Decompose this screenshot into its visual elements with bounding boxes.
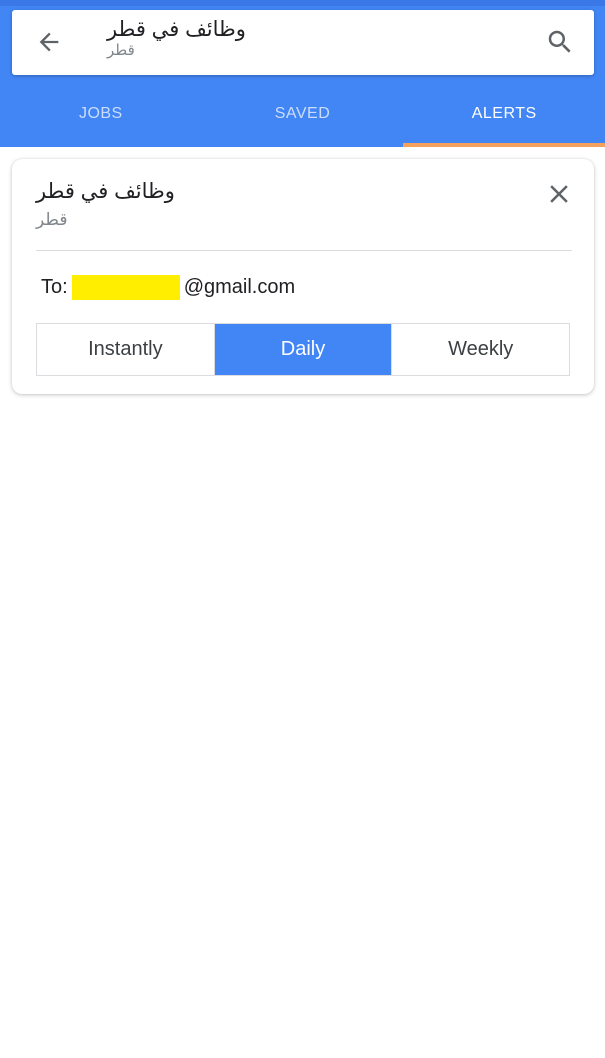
recipient-row: To: @gmail.com: [41, 273, 295, 301]
delete-alert-button[interactable]: [542, 177, 576, 211]
redacted-email-user: [71, 274, 180, 300]
alert-title: وظائف في قطر: [36, 180, 175, 203]
tab-alerts[interactable]: ALERTS: [403, 85, 605, 147]
tab-alerts-label: ALERTS: [471, 105, 537, 122]
search-button[interactable]: [542, 24, 578, 60]
close-icon: [550, 185, 568, 203]
active-tab-indicator: [403, 143, 605, 147]
to-label: To:: [41, 275, 68, 298]
card-divider: [36, 250, 572, 251]
arrow-back-icon: [39, 32, 59, 52]
tab-bar: JOBS SAVED ALERTS: [0, 85, 605, 147]
tab-jobs[interactable]: JOBS: [0, 85, 202, 147]
search-bar[interactable]: وظائف في قطر قطر: [12, 10, 594, 75]
tab-saved[interactable]: SAVED: [202, 85, 404, 147]
app-header: وظائف في قطر قطر JOBS SAVED ALERTS: [0, 0, 605, 147]
search-query-text[interactable]: وظائف في قطر: [107, 17, 246, 43]
frequency-daily-button[interactable]: Daily: [214, 324, 393, 375]
header-top-edge: [0, 0, 605, 6]
frequency-instantly-button[interactable]: Instantly: [37, 324, 215, 375]
frequency-weekly-button[interactable]: Weekly: [392, 324, 569, 375]
search-icon: [548, 30, 571, 53]
email-domain: @gmail.com: [183, 275, 296, 298]
job-alert-card: وظائف في قطر قطر To: @gmail.com Instantl…: [12, 159, 594, 394]
search-location-text: قطر: [107, 42, 135, 59]
frequency-selector: Instantly Daily Weekly: [36, 323, 570, 376]
alert-location: قطر: [36, 210, 68, 229]
back-button[interactable]: [32, 25, 66, 59]
